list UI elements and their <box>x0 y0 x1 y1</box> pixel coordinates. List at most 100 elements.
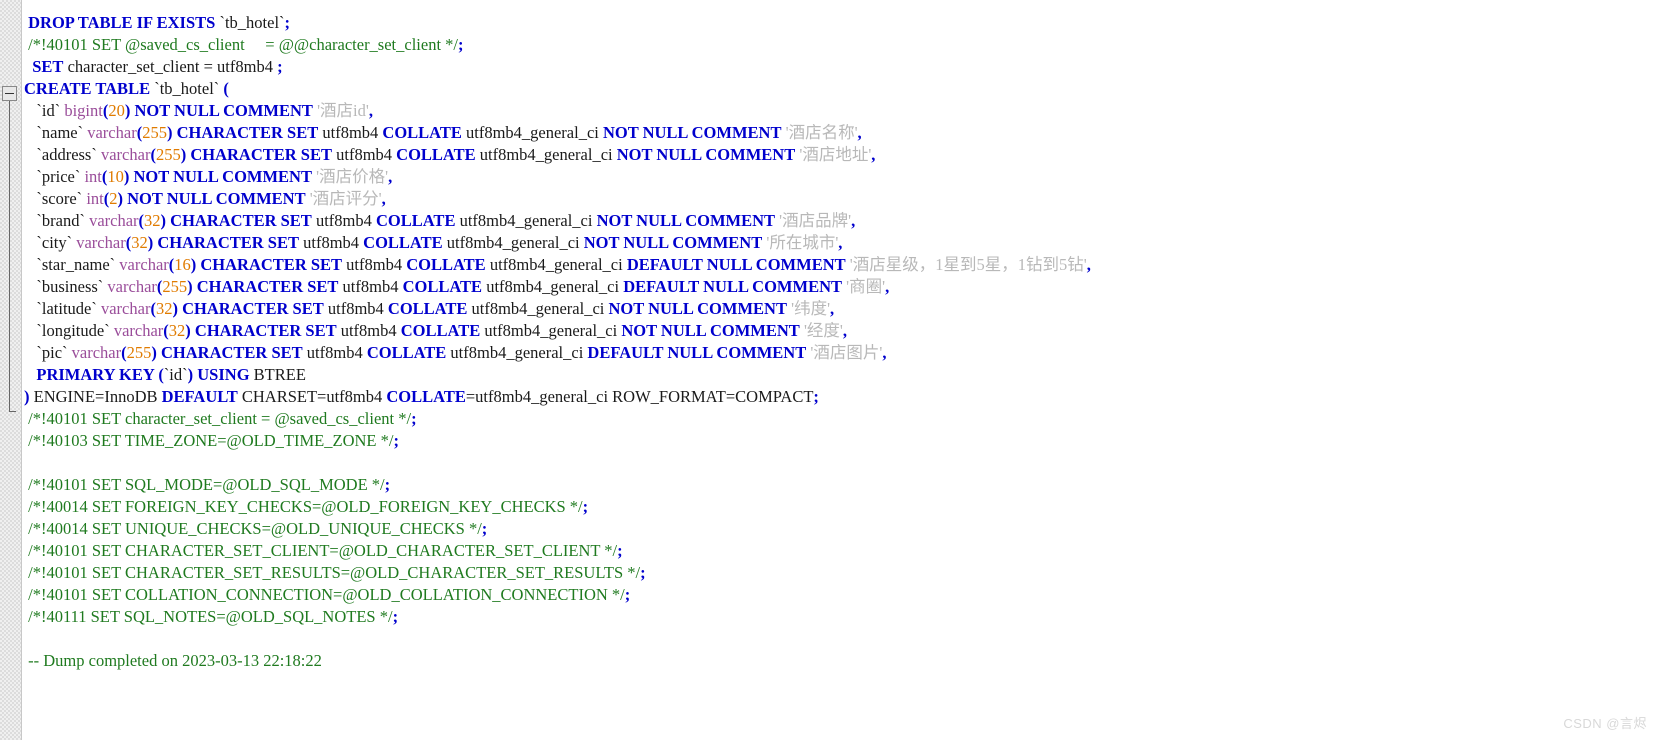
code-line[interactable]: `longitude` varchar(32) CHARACTER SET ut… <box>22 320 1661 342</box>
code-token: NOT NULL COMMENT <box>133 167 312 186</box>
code-token: 255 <box>126 343 152 362</box>
code-token: ; <box>411 409 417 428</box>
code-token: int <box>86 189 104 208</box>
code-token: , <box>838 233 843 252</box>
collapse-minus-icon[interactable] <box>2 86 17 101</box>
code-token: NOT NULL COMMENT <box>621 321 800 340</box>
code-line[interactable]: /*!40101 SET character_set_client = @sav… <box>22 408 1661 430</box>
code-line[interactable]: `name` varchar(255) CHARACTER SET utf8mb… <box>22 122 1661 144</box>
code-token: @saved_cs_client = @@character_set_clien… <box>120 35 458 54</box>
code-token: varchar <box>100 145 151 164</box>
sql-editor[interactable]: DROP TABLE IF EXISTS `tb_hotel`; /*!4010… <box>0 0 1661 740</box>
code-token: , <box>882 343 887 362</box>
code-line[interactable]: /*!40014 SET UNIQUE_CHECKS=@OLD_UNIQUE_C… <box>22 518 1661 540</box>
code-line[interactable]: /*!40101 SET CHARACTER_SET_RESULTS=@OLD_… <box>22 562 1661 584</box>
code-token: utf8mb4_general_ci <box>467 299 609 318</box>
code-token: /*!40014 SET FOREIGN_KEY_CHECKS=@OLD_FOR… <box>24 497 583 516</box>
code-token: `price` <box>24 167 85 186</box>
code-token: '酒店评分' <box>305 189 382 208</box>
code-token: NOT NULL COMMENT <box>616 145 796 164</box>
code-token: ; <box>392 607 399 626</box>
code-token: CREATE TABLE <box>24 79 151 98</box>
code-line[interactable]: `star_name` varchar(16) CHARACTER SET ut… <box>22 254 1661 276</box>
code-token: 255 <box>162 277 188 296</box>
code-token: '酒店品牌' <box>775 211 852 230</box>
code-token: , <box>857 123 862 142</box>
code-token: utf8mb4 <box>323 299 388 318</box>
code-token: utf8mb4 <box>318 123 383 142</box>
code-token: `score` <box>24 189 87 208</box>
code-line[interactable]: ) ENGINE=InnoDB DEFAULT CHARSET=utf8mb4 … <box>22 386 1661 408</box>
code-line[interactable]: `score` int(2) NOT NULL COMMENT '酒店评分', <box>22 188 1661 210</box>
code-token: `brand` <box>24 211 90 230</box>
code-line[interactable]: -- Dump completed on 2023-03-13 22:18:22 <box>22 650 1661 672</box>
code-line[interactable] <box>22 452 1661 474</box>
code-token: varchar <box>113 321 164 340</box>
code-line[interactable]: /*!40014 SET FOREIGN_KEY_CHECKS=@OLD_FOR… <box>22 496 1661 518</box>
code-token: 16 <box>174 255 191 274</box>
code-line[interactable]: DROP TABLE IF EXISTS `tb_hotel`; <box>22 12 1661 34</box>
code-token: utf8mb4_general_ci <box>461 123 603 142</box>
code-token: 255 <box>155 145 181 164</box>
code-line[interactable]: `pic` varchar(255) CHARACTER SET utf8mb4… <box>22 342 1661 364</box>
code-token: ( <box>154 365 164 384</box>
code-line[interactable] <box>22 628 1661 650</box>
code-line[interactable]: /*!40101 SET SQL_MODE=@OLD_SQL_MODE */; <box>22 474 1661 496</box>
fold-gutter[interactable] <box>0 0 22 740</box>
code-token: COLLATE <box>386 387 466 406</box>
code-token: CHARACTER SET <box>170 211 312 230</box>
code-line[interactable]: `address` varchar(255) CHARACTER SET utf… <box>22 144 1661 166</box>
code-token: COLLATE <box>382 123 462 142</box>
csdn-watermark: CSDN @言烬 <box>1563 716 1647 731</box>
code-token: utf8mb4 <box>311 211 376 230</box>
code-line[interactable]: `id` bigint(20) NOT NULL COMMENT '酒店id', <box>22 100 1661 122</box>
code-token: DEFAULT NULL COMMENT <box>587 343 807 362</box>
code-token: '酒店图片' <box>806 343 883 362</box>
code-token: '商圈' <box>842 277 886 296</box>
code-token: varchar <box>71 343 122 362</box>
code-token: 32 <box>144 211 161 230</box>
code-token: /*!40101 <box>24 35 92 54</box>
code-token: , <box>1086 255 1091 274</box>
code-line[interactable]: `business` varchar(255) CHARACTER SET ut… <box>22 276 1661 298</box>
code-line[interactable]: /*!40101 SET @saved_cs_client = @@charac… <box>22 34 1661 56</box>
code-line[interactable]: /*!40111 SET SQL_NOTES=@OLD_SQL_NOTES */… <box>22 606 1661 628</box>
code-token: , <box>368 101 373 120</box>
code-line[interactable]: /*!40101 SET CHARACTER_SET_CLIENT=@OLD_C… <box>22 540 1661 562</box>
code-line[interactable]: CREATE TABLE `tb_hotel` ( <box>22 78 1661 100</box>
code-token: ; <box>582 497 589 516</box>
code-line[interactable]: `latitude` varchar(32) CHARACTER SET utf… <box>22 298 1661 320</box>
code-token: COLLATE <box>387 299 468 318</box>
code-token: '酒店星级，1星到5星，1钻到5钻' <box>845 255 1087 274</box>
code-token: utf8mb4_general_ci <box>485 255 627 274</box>
code-token: USING <box>197 365 250 384</box>
code-token: ; <box>813 387 819 406</box>
code-token: ; <box>277 57 283 76</box>
code-token: 32 <box>131 233 148 252</box>
code-token: COLLATE <box>363 233 443 252</box>
code-token: `star_name` <box>24 255 120 274</box>
code-token: '所在城市' <box>762 233 839 252</box>
code-token: DEFAULT <box>161 387 238 406</box>
code-content[interactable]: DROP TABLE IF EXISTS `tb_hotel`; /*!4010… <box>22 0 1661 740</box>
code-line[interactable]: PRIMARY KEY (`id`) USING BTREE <box>22 364 1661 386</box>
code-line[interactable]: `brand` varchar(32) CHARACTER SET utf8mb… <box>22 210 1661 232</box>
code-line[interactable]: `price` int(10) NOT NULL COMMENT '酒店价格', <box>22 166 1661 188</box>
code-line[interactable]: SET character_set_client = utf8mb4 ; <box>22 56 1661 78</box>
code-token: =utf8mb4_general_ci ROW_FORMAT=COMPACT <box>465 387 814 406</box>
code-token: DROP TABLE IF EXISTS <box>28 13 216 32</box>
code-token: ; <box>617 541 623 560</box>
code-token: -- Dump completed on 2023-03-13 22:18:22 <box>24 651 322 670</box>
code-token: COLLATE <box>396 145 476 164</box>
code-line[interactable]: /*!40101 SET COLLATION_CONNECTION=@OLD_C… <box>22 584 1661 606</box>
code-token: CHARACTER SET <box>157 233 299 252</box>
code-token: CHARACTER SET <box>196 277 339 296</box>
code-token: '酒店价格' <box>311 167 389 186</box>
code-token: NOT NULL COMMENT <box>596 211 776 230</box>
code-token: CHARACTER SET <box>200 255 343 274</box>
code-token: , <box>871 145 876 164</box>
code-line[interactable]: `city` varchar(32) CHARACTER SET utf8mb4… <box>22 232 1661 254</box>
code-line[interactable]: /*!40103 SET TIME_ZONE=@OLD_TIME_ZONE */… <box>22 430 1661 452</box>
code-token: `name` <box>24 123 88 142</box>
